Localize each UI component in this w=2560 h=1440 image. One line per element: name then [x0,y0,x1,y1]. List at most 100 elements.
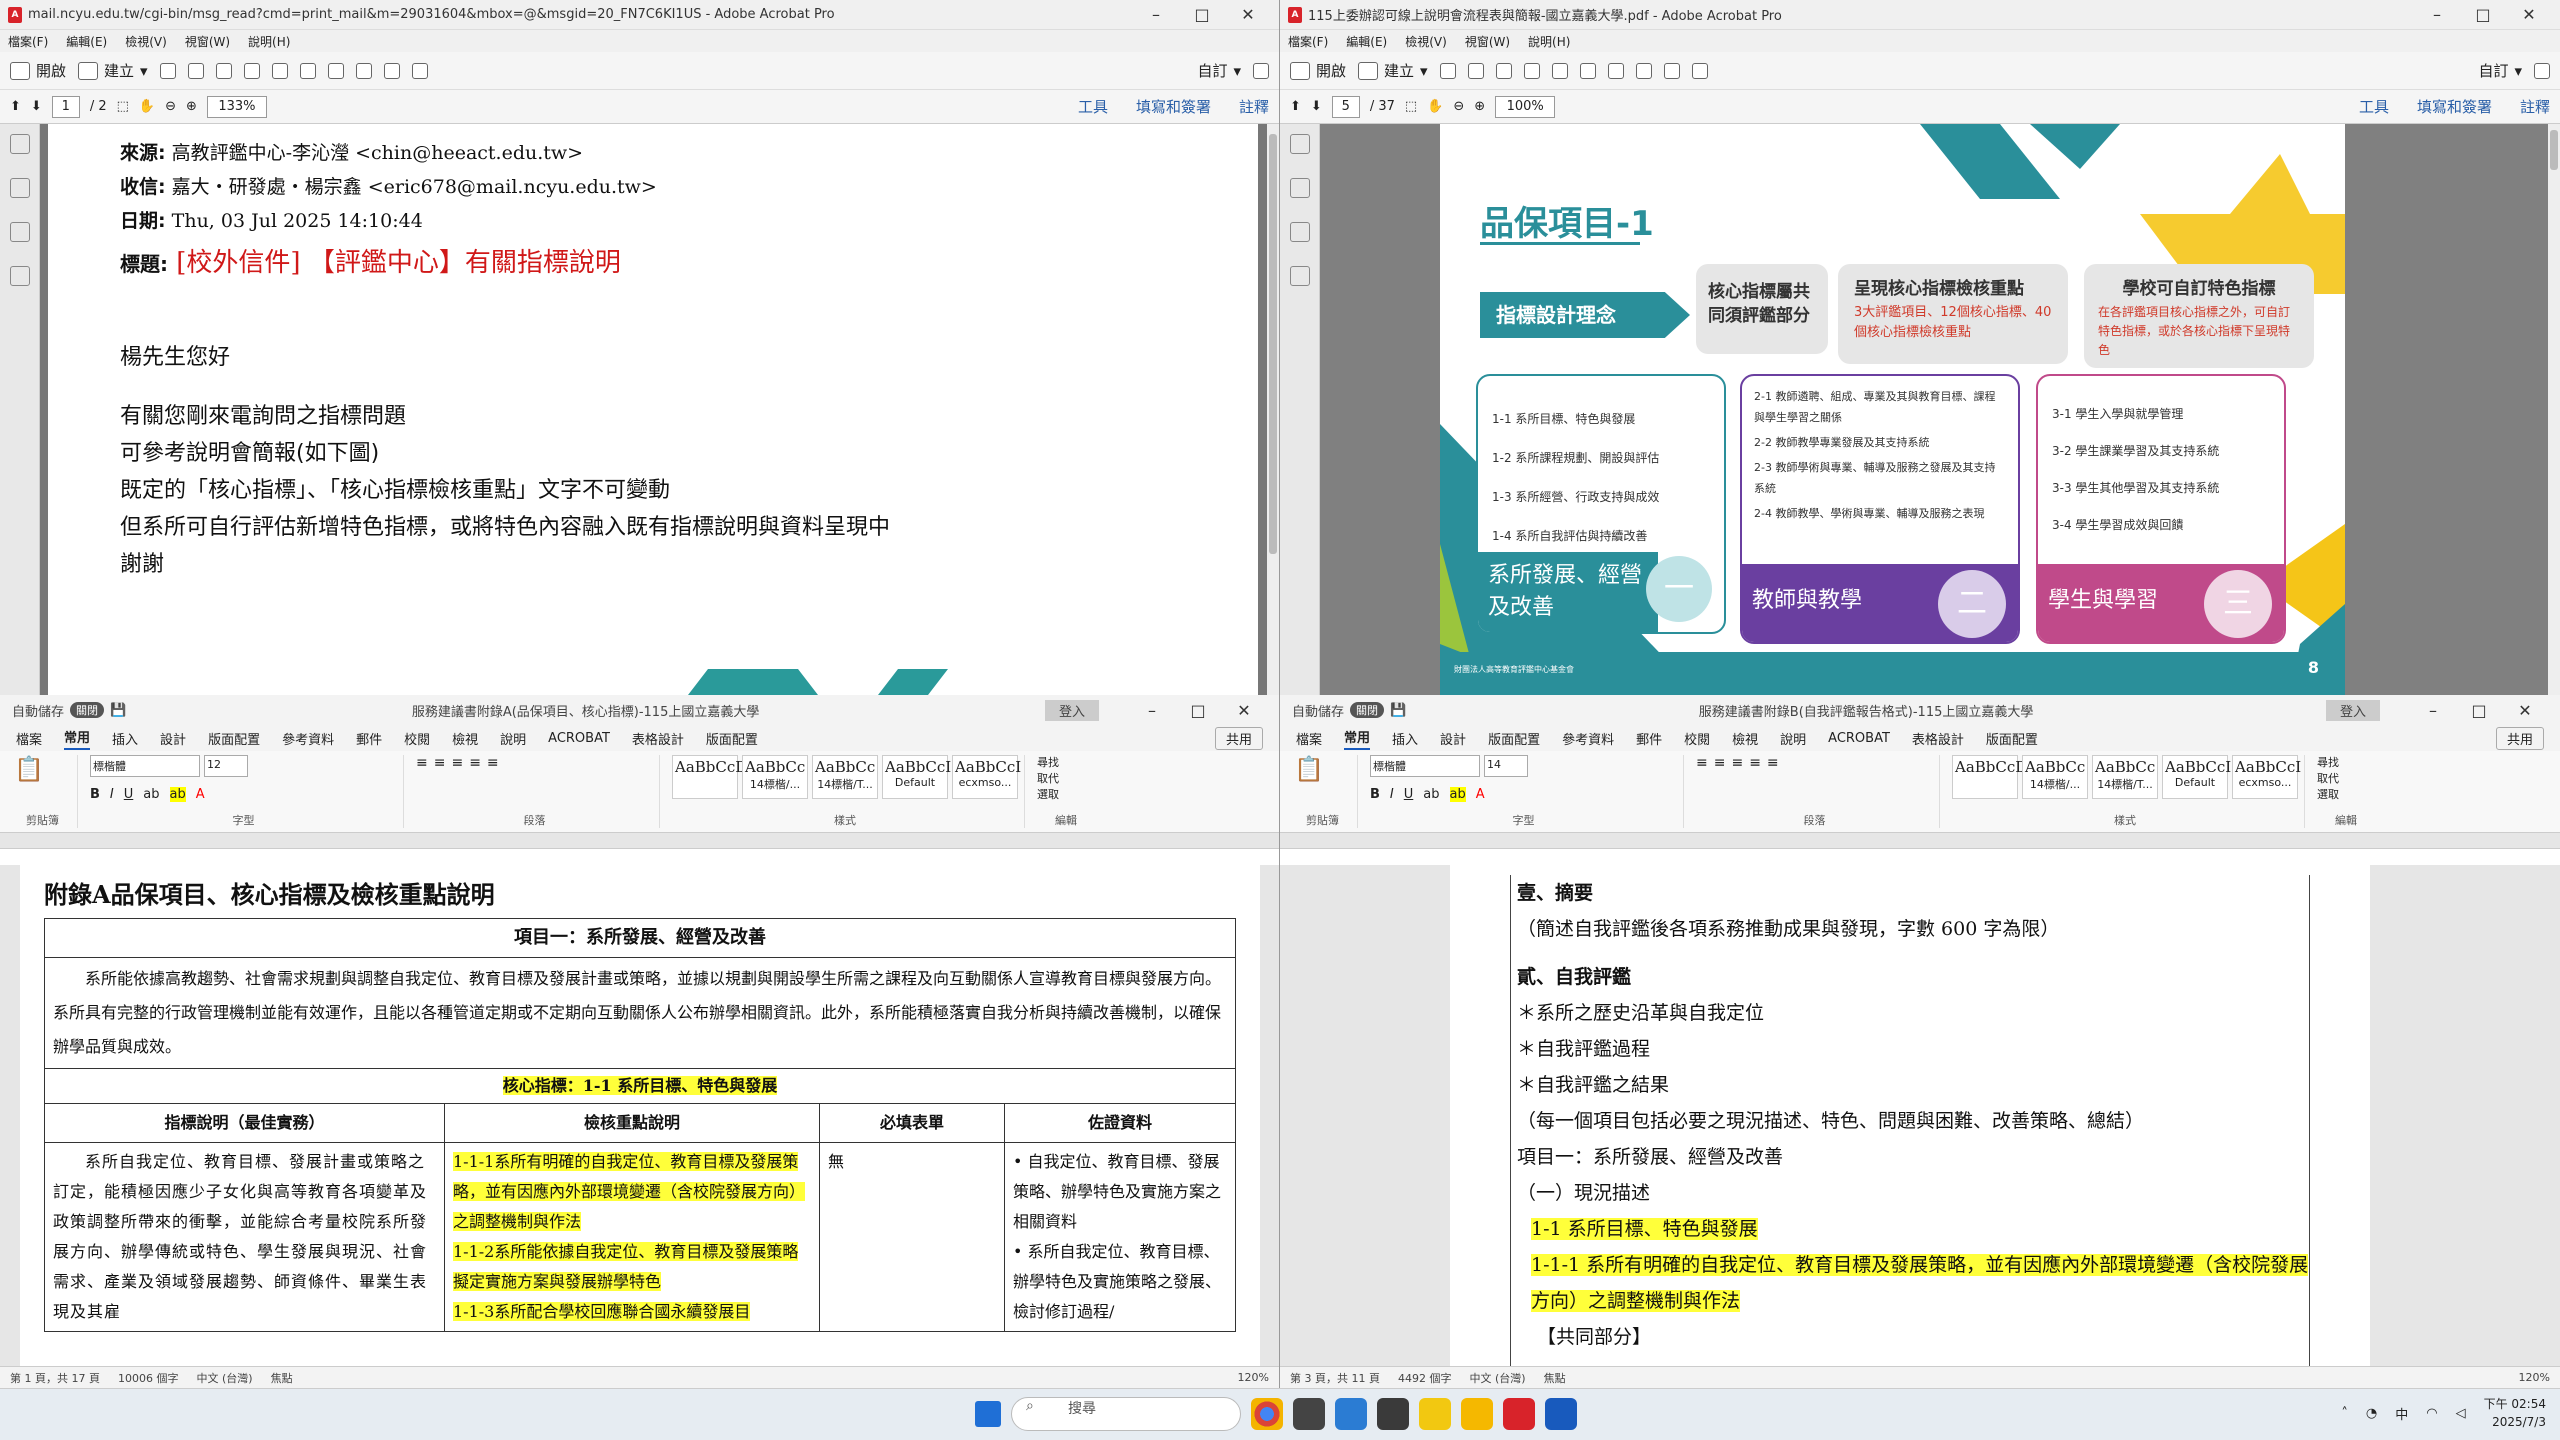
create-button[interactable]: 建立 ▾ [78,60,148,81]
taskbar-search[interactable]: ⌕ 搜尋 [1011,1397,1241,1431]
pages-panel-icon[interactable] [9,134,30,154]
wifi-icon[interactable]: ◠ [2426,1406,2437,1421]
attachment-icon[interactable] [9,222,30,242]
paragraph-icons[interactable]: ≡≡≡≡≡ [416,755,653,771]
paragraph-icons[interactable]: ≡≡≡≡≡ [1696,755,1933,771]
tab-review[interactable]: 校閱 [1684,729,1710,748]
tab-file[interactable]: 檔案 [1296,729,1322,748]
tab-layout[interactable]: 版面配置 [208,729,260,748]
font-color-button[interactable]: A [1476,787,1485,802]
fill-sign-link[interactable]: 填寫和簽署 [1136,96,1211,117]
export-icon[interactable] [1691,62,1708,79]
autosave-toggle[interactable]: 關閉 [70,702,105,718]
close-icon[interactable]: ✕ [1221,701,1267,720]
zoom-in-icon[interactable]: ⊕ [1474,99,1485,114]
maximize-icon[interactable]: □ [1175,701,1221,720]
select-tool-icon[interactable]: ⬚ [1405,99,1417,114]
expand-icon[interactable] [1253,62,1269,79]
bold-button[interactable]: B [90,787,100,802]
tab-home[interactable]: 常用 [1344,727,1371,750]
save-icon[interactable] [159,62,176,79]
save-icon[interactable] [1439,62,1456,79]
tab-design[interactable]: 設計 [1440,729,1466,748]
horizontal-ruler[interactable] [0,833,1279,849]
close-icon[interactable]: ✕ [2502,701,2548,720]
highlight-button[interactable]: ab [1449,787,1466,802]
signature-icon[interactable] [9,266,30,286]
sticky-notes-icon[interactable] [1419,1398,1451,1430]
tab-table-layout[interactable]: 版面配置 [1986,729,2038,748]
minimize-icon[interactable]: – [2410,701,2456,720]
attachment-icon[interactable] [1289,222,1310,242]
tools-link[interactable]: 工具 [2359,96,2389,117]
style-14-2[interactable]: AaBbCc 14標楷/T... [2092,755,2158,799]
menu-window[interactable]: 視窗(W) [1465,33,1510,50]
vertical-scrollbar[interactable] [2548,124,2560,695]
maximize-icon[interactable]: □ [2460,5,2506,24]
underline-button[interactable]: U [124,787,134,802]
minimize-icon[interactable]: – [2414,5,2460,24]
highlight-icon[interactable] [1635,62,1652,79]
cloud-icon[interactable] [1467,62,1484,79]
tab-acrobat[interactable]: ACROBAT [548,731,610,746]
menu-help[interactable]: 說明(H) [1528,33,1570,50]
tab-table-design[interactable]: 表格設計 [632,729,684,748]
style-14-1[interactable]: AaBbCc 14標楷/... [742,755,808,799]
next-page-icon[interactable]: ⬇ [31,99,42,114]
menu-window[interactable]: 視窗(W) [185,33,230,50]
tray-chevron-icon[interactable]: ˄ [2341,1406,2348,1421]
font-color-button[interactable]: A [196,787,205,802]
find-button[interactable]: 尋找 [2317,755,2375,771]
replace-button[interactable]: 取代 [2317,771,2375,787]
underline-button[interactable]: U [1404,787,1414,802]
volume-icon[interactable]: ◁ [2456,1406,2466,1421]
menu-file[interactable]: 檔案(F) [1288,33,1328,50]
cloud-icon[interactable] [187,62,204,79]
zoom-in-icon[interactable]: ⊕ [186,99,197,114]
stamp-icon[interactable] [1663,62,1680,79]
tab-file[interactable]: 檔案 [16,729,42,748]
tab-mailings[interactable]: 郵件 [356,729,382,748]
tab-help[interactable]: 說明 [500,729,526,748]
tab-table-layout[interactable]: 版面配置 [706,729,758,748]
signature-icon[interactable] [1289,266,1310,286]
select-button[interactable]: 選取 [1037,787,1095,803]
comment-icon[interactable] [327,62,344,79]
pages-panel-icon[interactable] [1289,134,1310,154]
maximize-icon[interactable]: □ [1179,5,1225,24]
save-icon[interactable]: 💾 [1390,703,1406,718]
comment-link[interactable]: 註釋 [2520,96,2550,117]
comment-link[interactable]: 註釋 [1239,96,1269,117]
style-normal[interactable]: AaBbCcDc [672,755,756,799]
menu-view[interactable]: 檢視(V) [125,33,167,50]
search-doc-icon[interactable] [1523,62,1540,79]
style-normal[interactable]: AaBbCcDc [1952,755,2036,799]
find-button[interactable]: 尋找 [1037,755,1095,771]
zoom-level[interactable]: 120% [2519,1371,2550,1384]
italic-button[interactable]: I [1390,787,1394,802]
mail-icon[interactable] [271,62,288,79]
page-number-input[interactable]: 1 [51,95,80,118]
menu-help[interactable]: 說明(H) [248,33,290,50]
bookmark-icon[interactable] [1289,178,1310,198]
zoom-out-icon[interactable]: ⊖ [1453,99,1464,114]
paste-icon[interactable]: 📋 [1294,755,1351,783]
horizontal-ruler[interactable] [1280,833,2560,849]
focus-button[interactable]: 焦點 [271,1370,293,1386]
open-button[interactable]: 開啟 [10,60,66,81]
highlight-button[interactable]: ab [169,787,186,802]
close-icon[interactable]: ✕ [1225,5,1271,24]
print-icon[interactable] [215,62,232,79]
style-14-2[interactable]: AaBbCc 14標楷/T... [812,755,878,799]
close-icon[interactable]: ✕ [2506,5,2552,24]
create-button[interactable]: 建立 ▾ [1358,60,1428,81]
sign-in-button[interactable]: 登入 [1044,699,1099,721]
file-explorer-icon[interactable] [1461,1398,1493,1430]
clock[interactable]: 下午 02:54 2025/7/3 [2484,1395,2546,1431]
gear-icon[interactable] [299,62,316,79]
ime-indicator[interactable]: 中 [2395,1404,2408,1423]
bookmark-icon[interactable] [9,178,30,198]
bold-button[interactable]: B [1370,787,1380,802]
minimize-icon[interactable]: – [1129,701,1175,720]
tools-link[interactable]: 工具 [1078,96,1108,117]
